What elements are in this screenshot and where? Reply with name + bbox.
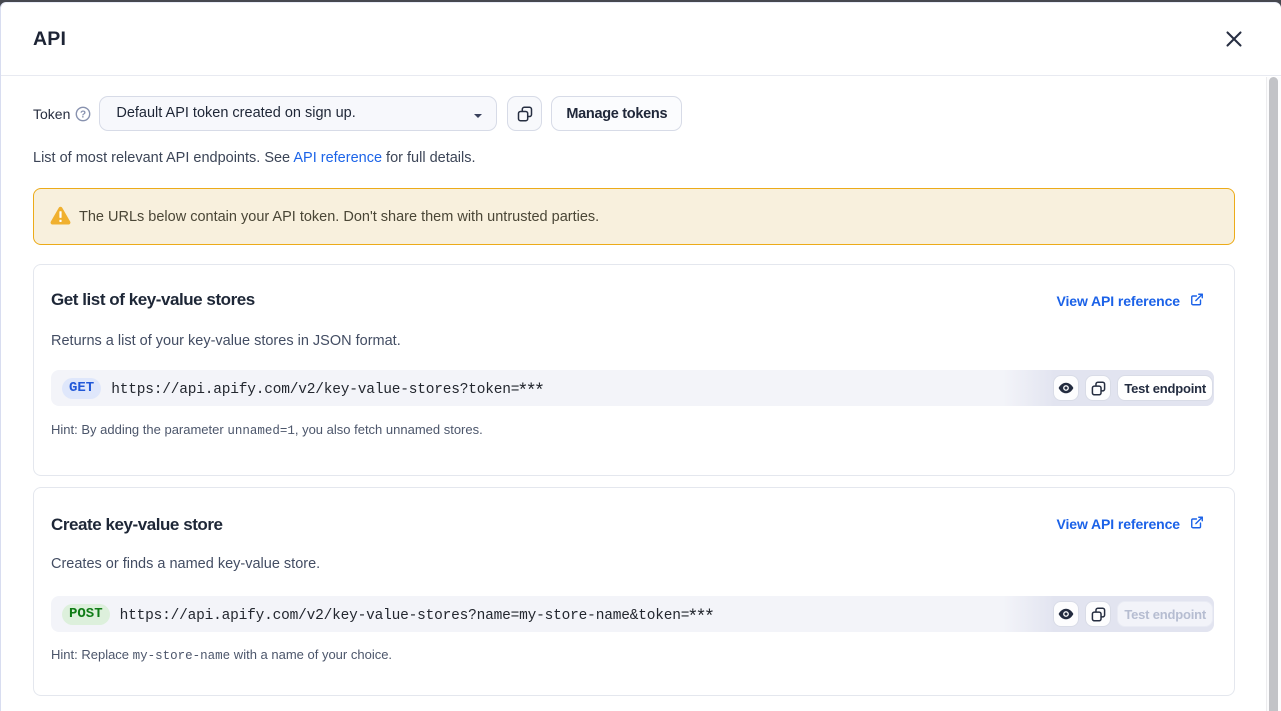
svg-text:?: ? [80, 109, 86, 120]
